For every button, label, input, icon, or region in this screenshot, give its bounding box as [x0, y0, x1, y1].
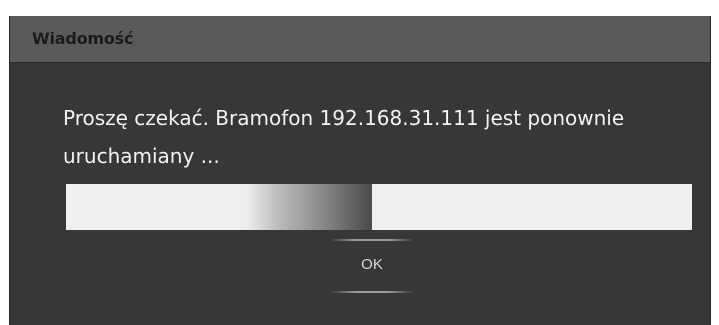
dialog-title: Wiadomość — [32, 29, 134, 48]
ok-button-label: OK — [361, 256, 383, 273]
dialog-message: Proszę czekać. Bramofon 192.168.31.111 j… — [63, 106, 625, 168]
message-dialog: Wiadomość Proszę czekać. Bramofon 192.16… — [9, 16, 711, 325]
ok-button[interactable]: OK — [322, 239, 422, 293]
progress-indicator — [246, 184, 372, 230]
ok-button-top-line — [330, 239, 414, 241]
ok-button-bottom-line — [330, 291, 414, 293]
progress-bar — [66, 184, 692, 230]
dialog-titlebar[interactable]: Wiadomość — [10, 16, 710, 63]
